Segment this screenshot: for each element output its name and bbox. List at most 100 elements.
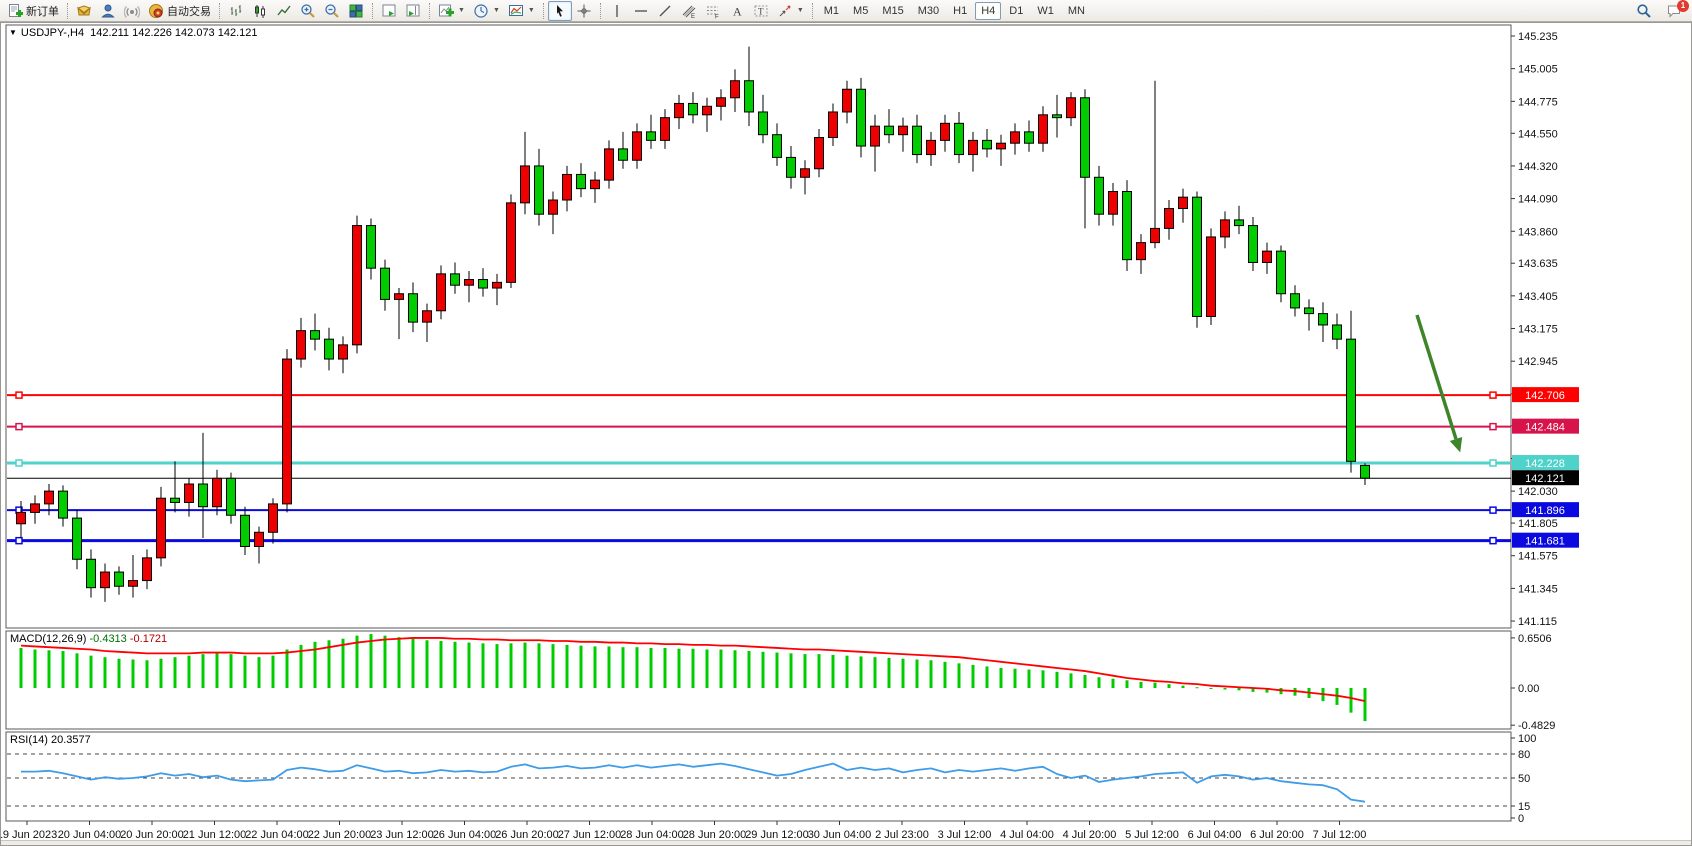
candle: [213, 478, 222, 506]
price-tick-label: 141.805: [1518, 518, 1558, 530]
chart-canvas: 145.235145.005144.775144.550144.320144.0…: [1, 23, 1691, 845]
chart-shift-button[interactable]: [401, 1, 425, 21]
channel-button[interactable]: E: [677, 1, 701, 21]
crosshair-button[interactable]: [572, 1, 596, 21]
macd-histogram-bar: [930, 660, 933, 688]
macd-name: MACD(12,26,9): [10, 633, 86, 645]
templates-button[interactable]: ▼: [504, 1, 539, 21]
macd-histogram-bar: [496, 644, 499, 688]
vertical-line-button[interactable]: [605, 1, 629, 21]
arrow-objects-button[interactable]: ▼: [773, 1, 808, 21]
line-handle[interactable]: [1490, 392, 1496, 398]
macd-histogram-bar: [790, 653, 793, 688]
community-button[interactable]: [96, 1, 120, 21]
tile-windows-button[interactable]: [344, 1, 368, 21]
last-price-label-text: 142.121: [1525, 473, 1565, 485]
person-icon: [100, 3, 116, 19]
macd-histogram-bar: [90, 656, 93, 688]
candle: [969, 140, 978, 154]
rsi-name: RSI(14): [10, 734, 48, 746]
trendline-icon: [657, 3, 673, 19]
macd-histogram-bar: [818, 654, 821, 688]
macd-histogram-bar: [706, 650, 709, 689]
horizontal-line-button[interactable]: [629, 1, 653, 21]
horizontal-line-icon: [633, 3, 649, 19]
fibonacci-button[interactable]: F: [701, 1, 725, 21]
macd-histogram-bar: [958, 663, 961, 688]
symbol-dropdown-icon[interactable]: ▼: [9, 28, 17, 37]
indicators-button[interactable]: ▼: [434, 1, 469, 21]
candle: [899, 126, 908, 135]
candle: [395, 294, 404, 300]
tile-windows-icon: [348, 3, 364, 19]
envelope-icon: [76, 3, 92, 19]
price-tick-label: 141.345: [1518, 583, 1558, 595]
rsi-pane: [6, 732, 1511, 821]
macd-histogram-bar: [1364, 688, 1367, 721]
line-handle[interactable]: [16, 538, 22, 544]
chat-button[interactable]: 1: [1662, 1, 1686, 21]
timeframe-button-h1[interactable]: H1: [947, 2, 973, 20]
search-button[interactable]: [1632, 1, 1656, 21]
price-line-label-text: 142.706: [1525, 390, 1565, 402]
autotrade-button[interactable]: 自动交易: [144, 1, 215, 21]
candle: [773, 135, 782, 158]
macd-indicator-label: MACD(12,26,9) -0.4313 -0.1721: [10, 633, 167, 645]
macd-histogram-bar: [258, 657, 261, 688]
toolbar-right-group: 1: [1632, 1, 1686, 21]
macd-tick-label: 0.00: [1518, 683, 1539, 695]
price-alert-button[interactable]: [72, 1, 96, 21]
text-button[interactable]: A: [725, 1, 749, 21]
line-handle[interactable]: [16, 392, 22, 398]
candlestick-icon: [252, 3, 268, 19]
line-handle[interactable]: [16, 460, 22, 466]
line-handle[interactable]: [1490, 538, 1496, 544]
timeframe-button-h4[interactable]: H4: [975, 2, 1001, 20]
cursor-button[interactable]: [548, 1, 572, 21]
macd-histogram-bar: [650, 648, 653, 688]
macd-histogram-bar: [1224, 688, 1227, 690]
candle: [647, 132, 656, 141]
line-chart-button[interactable]: [272, 1, 296, 21]
periods-button[interactable]: ▼: [469, 1, 504, 21]
trendline-button[interactable]: [653, 1, 677, 21]
candlestick-button[interactable]: [248, 1, 272, 21]
new-order-button[interactable]: 新订单: [3, 1, 63, 21]
candle: [661, 118, 670, 141]
candle: [955, 123, 964, 154]
timeframe-button-d1[interactable]: D1: [1003, 2, 1029, 20]
line-handle[interactable]: [16, 424, 22, 430]
candle: [591, 180, 600, 189]
candle: [493, 282, 502, 288]
timeframe-button-m1[interactable]: M1: [818, 2, 845, 20]
macd-histogram-bar: [1238, 688, 1241, 690]
price-tick-label: 144.550: [1518, 128, 1558, 140]
macd-histogram-bar: [748, 651, 751, 688]
line-handle[interactable]: [1490, 460, 1496, 466]
chevron-down-icon: ▼: [493, 7, 500, 14]
timeframe-button-m5[interactable]: M5: [847, 2, 874, 20]
timeframe-button-m30[interactable]: M30: [912, 2, 945, 20]
macd-histogram-bar: [1042, 670, 1045, 688]
line-handle[interactable]: [1490, 424, 1496, 430]
text-label-button[interactable]: T: [749, 1, 773, 21]
macd-histogram-bar: [76, 653, 79, 688]
signals-button[interactable]: [120, 1, 144, 21]
zoom-in-button[interactable]: [296, 1, 320, 21]
chart-title: ▼USDJPY-,H4142.211 142.226 142.073 142.1…: [9, 27, 258, 39]
candle: [829, 112, 838, 138]
rsi-tick-label: 0: [1518, 813, 1524, 825]
bar-chart-button[interactable]: [224, 1, 248, 21]
chevron-down-icon: ▼: [797, 7, 804, 14]
line-handle[interactable]: [1490, 507, 1496, 513]
timeframe-button-w1[interactable]: W1: [1031, 2, 1060, 20]
candle: [801, 169, 810, 178]
vertical-line-icon: [609, 3, 625, 19]
auto-scroll-button[interactable]: [377, 1, 401, 21]
timeframe-button-mn[interactable]: MN: [1062, 2, 1091, 20]
macd-histogram-bar: [286, 650, 289, 689]
timeframe-button-m15[interactable]: M15: [876, 2, 909, 20]
zoom-out-button[interactable]: [320, 1, 344, 21]
candle: [451, 274, 460, 285]
crosshair-icon: [576, 3, 592, 19]
